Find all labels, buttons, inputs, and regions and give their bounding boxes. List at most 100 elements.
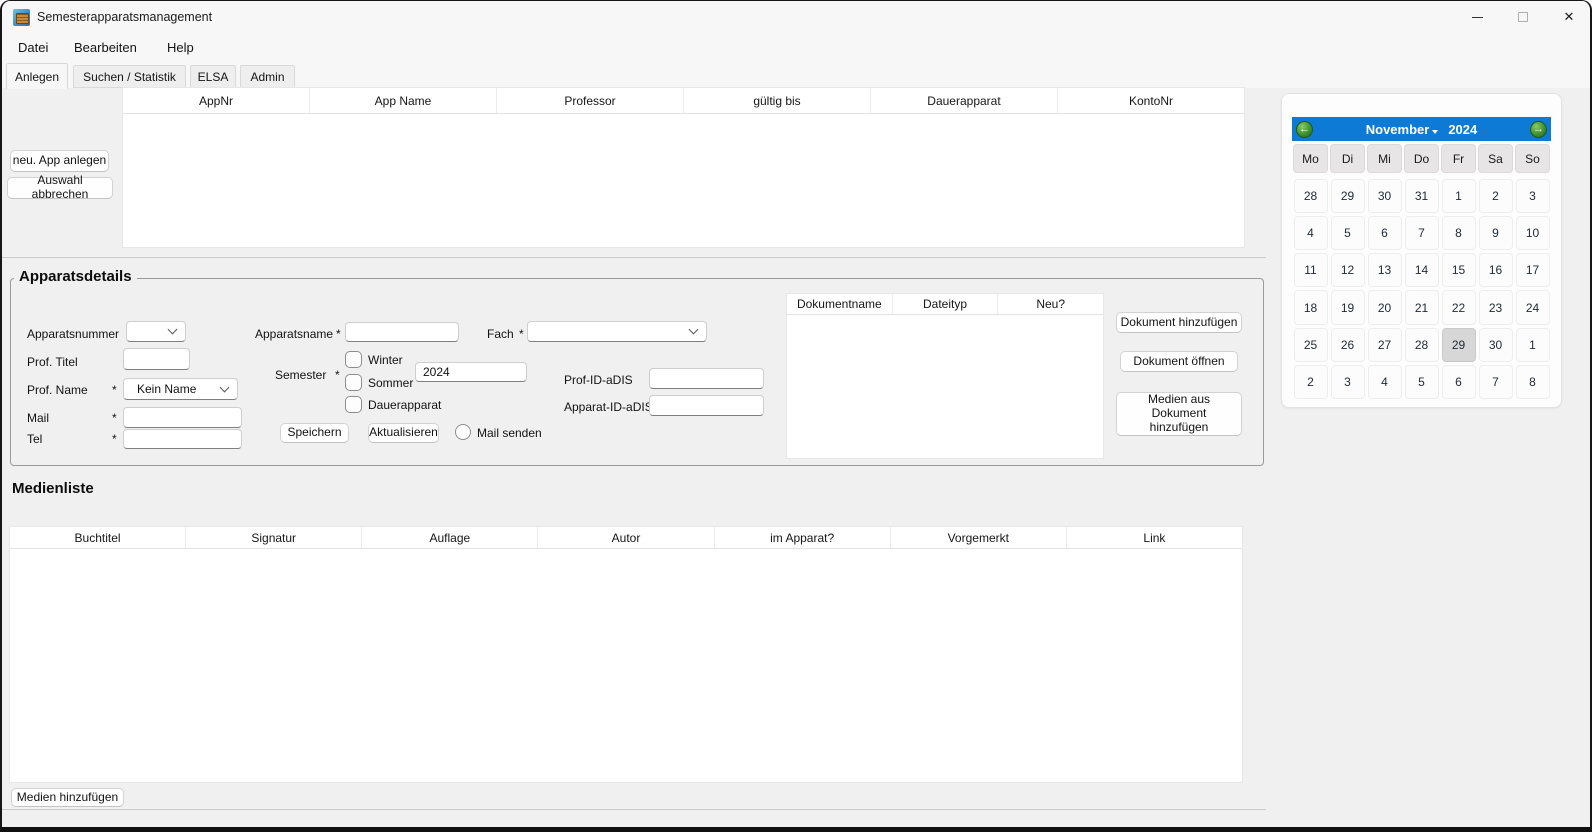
refresh-button[interactable]: Aktualisieren bbox=[368, 423, 439, 443]
calendar-date[interactable]: 9 bbox=[1479, 216, 1513, 250]
calendar-date[interactable]: 28 bbox=[1294, 179, 1328, 213]
calendar-date[interactable]: 30 bbox=[1368, 179, 1402, 213]
fach-select[interactable] bbox=[527, 321, 707, 342]
calendar-date[interactable]: 1 bbox=[1442, 179, 1476, 213]
column-header-vorgemerkt[interactable]: Vorgemerkt bbox=[891, 527, 1067, 548]
app-table-header: AppNr App Name Professor gültig bis Daue… bbox=[123, 88, 1244, 114]
calendar-date[interactable]: 8 bbox=[1442, 216, 1476, 250]
open-document-button[interactable]: Dokument öffnen bbox=[1120, 351, 1238, 372]
apparat-id-adis-field[interactable] bbox=[649, 395, 764, 416]
calendar-year-label[interactable]: 2024 bbox=[1448, 122, 1477, 137]
tab-anlegen[interactable]: Anlegen bbox=[6, 63, 68, 89]
calendar-date[interactable]: 12 bbox=[1331, 253, 1365, 287]
calendar-date[interactable]: 25 bbox=[1294, 328, 1328, 362]
column-header-dokumentname[interactable]: Dokumentname bbox=[787, 294, 893, 314]
calendar-date[interactable]: 13 bbox=[1368, 253, 1402, 287]
calendar-date[interactable]: 6 bbox=[1442, 365, 1476, 399]
calendar-date[interactable]: 30 bbox=[1479, 328, 1513, 362]
mail-field[interactable] bbox=[123, 407, 242, 428]
required-marker: * bbox=[112, 432, 117, 446]
calendar-date[interactable]: 17 bbox=[1516, 253, 1550, 287]
menu-item-help[interactable]: Help bbox=[163, 33, 198, 62]
tab-elsa[interactable]: ELSA bbox=[190, 65, 236, 88]
cancel-selection-button[interactable]: Auswahl abbrechen bbox=[7, 177, 113, 199]
calendar-date[interactable]: 10 bbox=[1516, 216, 1550, 250]
column-header-buchtitel[interactable]: Buchtitel bbox=[10, 527, 186, 548]
column-header-kontonr[interactable]: KontoNr bbox=[1058, 88, 1244, 113]
column-header-dauerapparat[interactable]: Dauerapparat bbox=[871, 88, 1058, 113]
sommer-checkbox[interactable] bbox=[345, 374, 362, 391]
maximize-button[interactable] bbox=[1500, 2, 1546, 32]
calendar-date[interactable]: 2 bbox=[1479, 179, 1513, 213]
calendar-date[interactable]: 5 bbox=[1405, 365, 1439, 399]
save-button[interactable]: Speichern bbox=[280, 423, 349, 443]
new-app-button[interactable]: neu. App anlegen bbox=[10, 150, 109, 172]
column-header-gueltig-bis[interactable]: gültig bis bbox=[684, 88, 871, 113]
semester-year-field[interactable] bbox=[415, 362, 527, 382]
calendar-date[interactable]: 16 bbox=[1479, 253, 1513, 287]
column-header-signatur[interactable]: Signatur bbox=[186, 527, 362, 548]
column-header-auflage[interactable]: Auflage bbox=[362, 527, 538, 548]
calendar-date[interactable]: 8 bbox=[1516, 365, 1550, 399]
calendar-date[interactable]: 3 bbox=[1516, 179, 1550, 213]
calendar-date[interactable]: 7 bbox=[1405, 216, 1439, 250]
calendar-date[interactable]: 6 bbox=[1368, 216, 1402, 250]
calendar-date[interactable]: 18 bbox=[1294, 290, 1328, 324]
document-table-body[interactable] bbox=[787, 315, 1103, 458]
column-header-appname[interactable]: App Name bbox=[310, 88, 497, 113]
column-header-autor[interactable]: Autor bbox=[538, 527, 714, 548]
prev-month-button[interactable]: ← bbox=[1296, 121, 1313, 138]
tab-admin[interactable]: Admin bbox=[240, 65, 295, 88]
calendar-title[interactable]: November 2024 bbox=[1292, 117, 1551, 141]
calendar-date[interactable]: 21 bbox=[1405, 290, 1439, 324]
column-header-dateityp[interactable]: Dateityp bbox=[893, 294, 999, 314]
calendar-date[interactable]: 1 bbox=[1516, 328, 1550, 362]
calendar-date[interactable]: 22 bbox=[1442, 290, 1476, 324]
calendar-date[interactable]: 3 bbox=[1331, 365, 1365, 399]
calendar-date[interactable]: 20 bbox=[1368, 290, 1402, 324]
calendar-date[interactable]: 23 bbox=[1479, 290, 1513, 324]
calendar-date[interactable]: 28 bbox=[1405, 328, 1439, 362]
calendar-date[interactable]: 4 bbox=[1294, 216, 1328, 250]
calendar-date[interactable]: 19 bbox=[1331, 290, 1365, 324]
calendar-date[interactable]: 5 bbox=[1331, 216, 1365, 250]
app-table-body[interactable] bbox=[123, 114, 1244, 247]
prof-id-adis-field[interactable] bbox=[649, 368, 764, 389]
calendar-date[interactable]: 29 bbox=[1331, 179, 1365, 213]
prof-titel-field[interactable] bbox=[123, 348, 190, 370]
prof-name-select[interactable]: Kein Name bbox=[123, 378, 238, 400]
column-header-link[interactable]: Link bbox=[1067, 527, 1242, 548]
add-media-button[interactable]: Medien hinzufügen bbox=[11, 788, 124, 807]
column-header-appnr[interactable]: AppNr bbox=[123, 88, 310, 113]
calendar-date-selected[interactable]: 29 bbox=[1442, 328, 1476, 362]
calendar-date[interactable]: 4 bbox=[1368, 365, 1402, 399]
media-from-document-button[interactable]: Medien aus Dokument hinzufügen bbox=[1116, 392, 1242, 436]
calendar-date[interactable]: 27 bbox=[1368, 328, 1402, 362]
dauerapparat-checkbox[interactable] bbox=[345, 396, 362, 413]
calendar-month-label[interactable]: November bbox=[1366, 122, 1430, 137]
column-header-im-apparat[interactable]: im Apparat? bbox=[715, 527, 891, 548]
tab-suchen-statistik[interactable]: Suchen / Statistik bbox=[73, 65, 186, 88]
calendar-date[interactable]: 14 bbox=[1405, 253, 1439, 287]
calendar-date[interactable]: 31 bbox=[1405, 179, 1439, 213]
mail-senden-checkbox[interactable] bbox=[455, 424, 471, 440]
calendar-date[interactable]: 24 bbox=[1516, 290, 1550, 324]
calendar-date[interactable]: 7 bbox=[1479, 365, 1513, 399]
medien-table-body[interactable] bbox=[10, 549, 1242, 782]
column-header-neu[interactable]: Neu? bbox=[998, 294, 1103, 314]
next-month-button[interactable]: → bbox=[1530, 121, 1547, 138]
column-header-professor[interactable]: Professor bbox=[497, 88, 684, 113]
add-document-button[interactable]: Dokument hinzufügen bbox=[1116, 312, 1242, 333]
calendar-date[interactable]: 15 bbox=[1442, 253, 1476, 287]
apparatsname-field[interactable] bbox=[345, 322, 459, 342]
menu-item-bearbeiten[interactable]: Bearbeiten bbox=[70, 33, 141, 62]
minimize-button[interactable] bbox=[1454, 2, 1500, 32]
calendar-date[interactable]: 11 bbox=[1294, 253, 1328, 287]
calendar-date[interactable]: 26 bbox=[1331, 328, 1365, 362]
menu-item-datei[interactable]: Datei bbox=[14, 33, 52, 62]
apparatsnummer-select[interactable] bbox=[126, 321, 186, 342]
calendar-date[interactable]: 2 bbox=[1294, 365, 1328, 399]
close-button[interactable]: ✕ bbox=[1546, 2, 1592, 32]
winter-checkbox[interactable] bbox=[345, 351, 362, 368]
tel-field[interactable] bbox=[123, 429, 242, 449]
